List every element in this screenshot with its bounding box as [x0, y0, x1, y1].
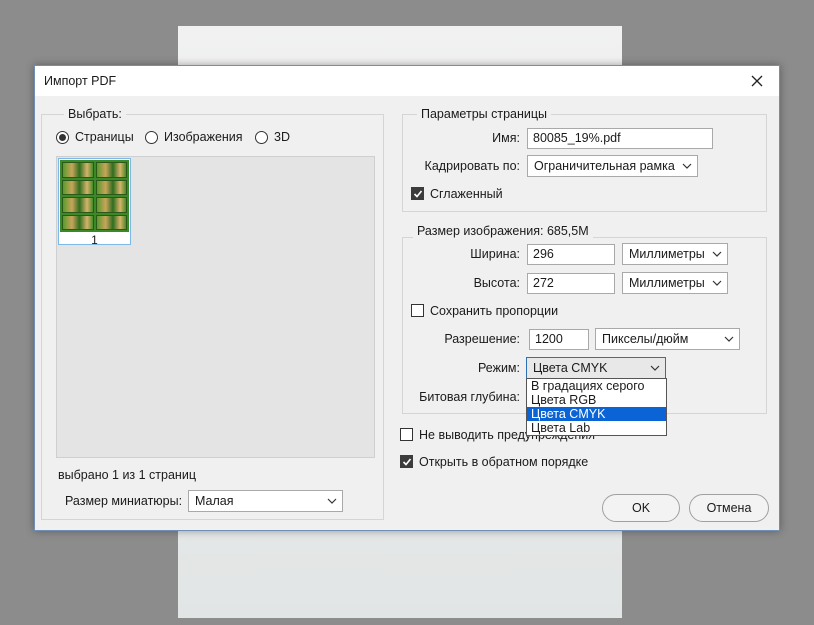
- reverse-order-checkbox[interactable]: [400, 455, 413, 468]
- chevron-down-icon: [712, 251, 722, 257]
- name-field-value: 80085_19%.pdf: [533, 131, 621, 145]
- cancel-button[interactable]: Отмена: [689, 494, 769, 522]
- title-bar[interactable]: Импорт PDF: [35, 66, 779, 96]
- crop-select[interactable]: Ограничительная рамка: [527, 155, 698, 177]
- chevron-down-icon: [682, 163, 692, 169]
- height-unit-select[interactable]: Миллиметры: [622, 272, 728, 294]
- chevron-down-icon: [650, 365, 660, 371]
- mode-dropdown-list: В градациях серого Цвета RGB Цвета CMYK …: [526, 378, 667, 436]
- width-unit-value: Миллиметры: [629, 247, 705, 261]
- height-field[interactable]: 272: [527, 273, 615, 294]
- resolution-unit-select[interactable]: Пикселы/дюйм: [595, 328, 740, 350]
- width-field[interactable]: 296: [527, 244, 615, 265]
- suppress-warnings-checkbox[interactable]: [400, 428, 413, 441]
- thumb-size-select[interactable]: Малая: [188, 490, 343, 512]
- page-thumbnail[interactable]: 1: [58, 158, 131, 247]
- height-unit-value: Миллиметры: [629, 276, 705, 290]
- width-value: 296: [533, 247, 554, 261]
- radio-3d[interactable]: [255, 131, 268, 144]
- selection-status: выбрано 1 из 1 страниц: [58, 468, 196, 482]
- height-value: 272: [533, 276, 554, 290]
- ok-button[interactable]: OK: [602, 494, 680, 522]
- bitdepth-label: Битовая глубина:: [419, 390, 520, 404]
- width-label: Ширина:: [470, 247, 520, 261]
- radio-3d-label[interactable]: 3D: [274, 130, 290, 144]
- smooth-checkbox[interactable]: [411, 187, 424, 200]
- name-label: Имя:: [492, 131, 520, 145]
- mode-option-cmyk[interactable]: Цвета CMYK: [527, 407, 666, 421]
- radio-pages[interactable]: [56, 131, 69, 144]
- page-thumbnail-number: 1: [91, 233, 98, 247]
- radio-images-label[interactable]: Изображения: [164, 130, 243, 144]
- crop-label: Кадрировать по:: [424, 159, 520, 173]
- mode-option-lab[interactable]: Цвета Lab: [527, 421, 666, 435]
- height-label: Высота:: [473, 276, 520, 290]
- reverse-order-label[interactable]: Открыть в обратном порядке: [419, 455, 588, 469]
- keep-ratio-label[interactable]: Сохранить пропорции: [430, 304, 558, 318]
- keep-ratio-checkbox[interactable]: [411, 304, 424, 317]
- dialog-title: Импорт PDF: [44, 74, 117, 88]
- chevron-down-icon: [327, 498, 337, 504]
- thumbnail-area[interactable]: 1: [56, 156, 375, 458]
- crop-value: Ограничительная рамка: [534, 159, 675, 173]
- import-pdf-dialog: Импорт PDF Выбрать: Страницы Изображения…: [34, 65, 780, 531]
- mode-select[interactable]: Цвета CMYK: [526, 357, 666, 379]
- smooth-label[interactable]: Сглаженный: [430, 187, 503, 201]
- page-thumbnail-image: [60, 160, 129, 232]
- image-size-legend: Размер изображения: 685,5M: [413, 224, 593, 238]
- checkmark-icon: [402, 458, 412, 466]
- chevron-down-icon: [724, 336, 734, 342]
- select-group-legend: Выбрать:: [64, 107, 126, 121]
- resolution-label: Разрешение:: [444, 332, 520, 346]
- mode-value: Цвета CMYK: [533, 361, 608, 375]
- mode-option-rgb[interactable]: Цвета RGB: [527, 393, 666, 407]
- radio-pages-label[interactable]: Страницы: [75, 130, 134, 144]
- page-params-legend: Параметры страницы: [417, 107, 552, 121]
- radio-images[interactable]: [145, 131, 158, 144]
- name-field[interactable]: 80085_19%.pdf: [527, 128, 713, 149]
- close-icon: [751, 75, 763, 86]
- width-unit-select[interactable]: Миллиметры: [622, 243, 728, 265]
- resolution-value: 1200: [535, 332, 563, 346]
- chevron-down-icon: [712, 280, 722, 286]
- mode-option-grayscale[interactable]: В градациях серого: [527, 379, 666, 393]
- close-button[interactable]: [735, 66, 779, 95]
- resolution-unit-value: Пикселы/дюйм: [602, 332, 689, 346]
- mode-label: Режим:: [477, 361, 520, 375]
- resolution-field[interactable]: 1200: [529, 329, 589, 350]
- thumb-size-label: Размер миниатюры:: [65, 494, 183, 508]
- thumb-size-value: Малая: [195, 494, 234, 508]
- checkmark-icon: [413, 190, 423, 198]
